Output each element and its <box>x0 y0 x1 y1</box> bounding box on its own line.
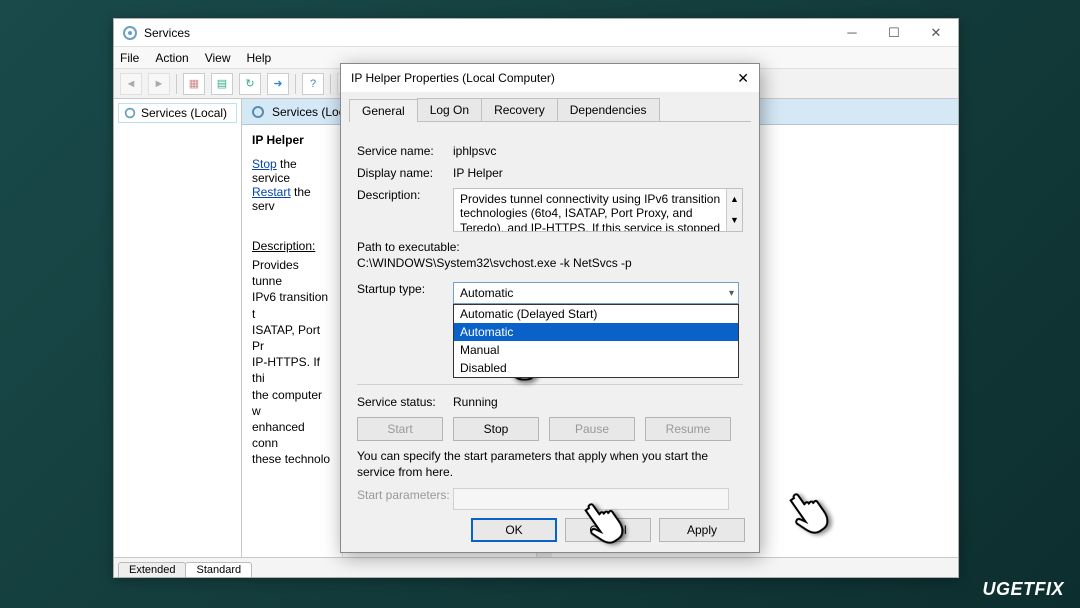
export-button[interactable]: ➜ <box>267 73 289 95</box>
stop-link[interactable]: Stop <box>252 157 277 171</box>
window-title: Services <box>144 26 838 40</box>
tab-recovery[interactable]: Recovery <box>481 98 558 121</box>
toolbar-btn-1[interactable]: ▦ <box>183 73 205 95</box>
toolbar-btn-2[interactable]: ▤ <box>211 73 233 95</box>
start-params-input <box>453 488 729 510</box>
tab-dependencies[interactable]: Dependencies <box>557 98 660 121</box>
forward-button[interactable]: ► <box>148 73 170 95</box>
option-disabled[interactable]: Disabled <box>454 359 738 377</box>
resume-button[interactable]: Resume <box>645 417 731 441</box>
menu-help[interactable]: Help <box>247 51 272 65</box>
start-button[interactable]: Start <box>357 417 443 441</box>
gear-icon <box>123 106 137 120</box>
dialog-titlebar: IP Helper Properties (Local Computer) ✕ <box>341 64 759 92</box>
window-controls: ─ ☐ ✕ <box>838 25 950 41</box>
general-panel: Service name:iphlpsvc Display name:IP He… <box>341 122 759 526</box>
selected-service-name: IP Helper <box>252 133 332 147</box>
restart-link[interactable]: Restart <box>252 185 291 199</box>
refresh-button[interactable]: ↻ <box>239 73 261 95</box>
menu-action[interactable]: Action <box>155 51 188 65</box>
path-label: Path to executable: <box>357 240 743 254</box>
apply-button[interactable]: Apply <box>659 518 745 542</box>
close-button[interactable]: ✕ <box>737 70 749 87</box>
properties-dialog: IP Helper Properties (Local Computer) ✕ … <box>340 63 760 553</box>
close-button[interactable]: ✕ <box>922 25 950 41</box>
gear-icon <box>250 104 266 120</box>
view-tabs: Extended Standard <box>114 557 958 577</box>
services-icon <box>122 25 138 41</box>
option-automatic[interactable]: Automatic <box>454 323 738 341</box>
menu-view[interactable]: View <box>205 51 231 65</box>
dialog-footer: OK Cancel Apply <box>471 518 745 542</box>
tab-logon[interactable]: Log On <box>417 98 482 121</box>
tab-general[interactable]: General <box>349 99 418 122</box>
startup-type-dropdown: Automatic (Delayed Start) Automatic Manu… <box>453 304 739 378</box>
ok-button[interactable]: OK <box>471 518 557 542</box>
option-manual[interactable]: Manual <box>454 341 738 359</box>
service-name-label: Service name: <box>357 144 453 158</box>
hint-text: You can specify the start parameters tha… <box>357 449 743 480</box>
tree-item-label: Services (Local) <box>141 106 227 120</box>
help-button[interactable]: ? <box>302 73 324 95</box>
startup-type-select[interactable]: Automatic ▾ <box>453 282 739 304</box>
watermark: UGETFIX <box>982 579 1064 600</box>
control-buttons: Start Stop Pause Resume <box>357 417 743 441</box>
option-delayed[interactable]: Automatic (Delayed Start) <box>454 305 738 323</box>
path-value: C:\WINDOWS\System32\svchost.exe -k NetSv… <box>357 256 743 270</box>
start-params-label: Start parameters: <box>357 488 453 502</box>
cancel-button[interactable]: Cancel <box>565 518 651 542</box>
display-name-value: IP Helper <box>453 166 743 180</box>
back-button[interactable]: ◄ <box>120 73 142 95</box>
startup-selected-value: Automatic <box>460 286 513 300</box>
service-name-value: iphlpsvc <box>453 144 743 158</box>
description-box[interactable]: Provides tunnel connectivity using IPv6 … <box>453 188 743 232</box>
service-summary: IP Helper Stop the service Restart the s… <box>242 99 342 557</box>
description-label: Description: <box>357 188 453 202</box>
tree-item-services[interactable]: Services (Local) <box>118 103 237 123</box>
dialog-tabs: General Log On Recovery Dependencies <box>349 98 751 122</box>
tab-extended[interactable]: Extended <box>118 562 186 577</box>
pause-button[interactable]: Pause <box>549 417 635 441</box>
scroll-up-icon[interactable]: ▲ <box>726 189 742 210</box>
tab-standard[interactable]: Standard <box>185 562 252 577</box>
service-status-label: Service status: <box>357 395 453 409</box>
description-label: Description: <box>252 239 332 253</box>
stop-button[interactable]: Stop <box>453 417 539 441</box>
menu-file[interactable]: File <box>120 51 139 65</box>
tree-pane: Services (Local) <box>114 99 242 557</box>
titlebar: Services ─ ☐ ✕ <box>114 19 958 47</box>
scroll-down-icon[interactable]: ▼ <box>726 210 742 231</box>
minimize-button[interactable]: ─ <box>838 25 866 41</box>
maximize-button[interactable]: ☐ <box>880 25 908 41</box>
startup-type-label: Startup type: <box>357 282 453 296</box>
display-name-label: Display name: <box>357 166 453 180</box>
description-value: Provides tunnel connectivity using IPv6 … <box>460 192 720 232</box>
chevron-down-icon: ▾ <box>729 288 734 299</box>
service-status-value: Running <box>453 395 743 409</box>
dialog-title: IP Helper Properties (Local Computer) <box>351 71 737 85</box>
description-text: Provides tunne IPv6 transition t ISATAP,… <box>252 257 332 467</box>
